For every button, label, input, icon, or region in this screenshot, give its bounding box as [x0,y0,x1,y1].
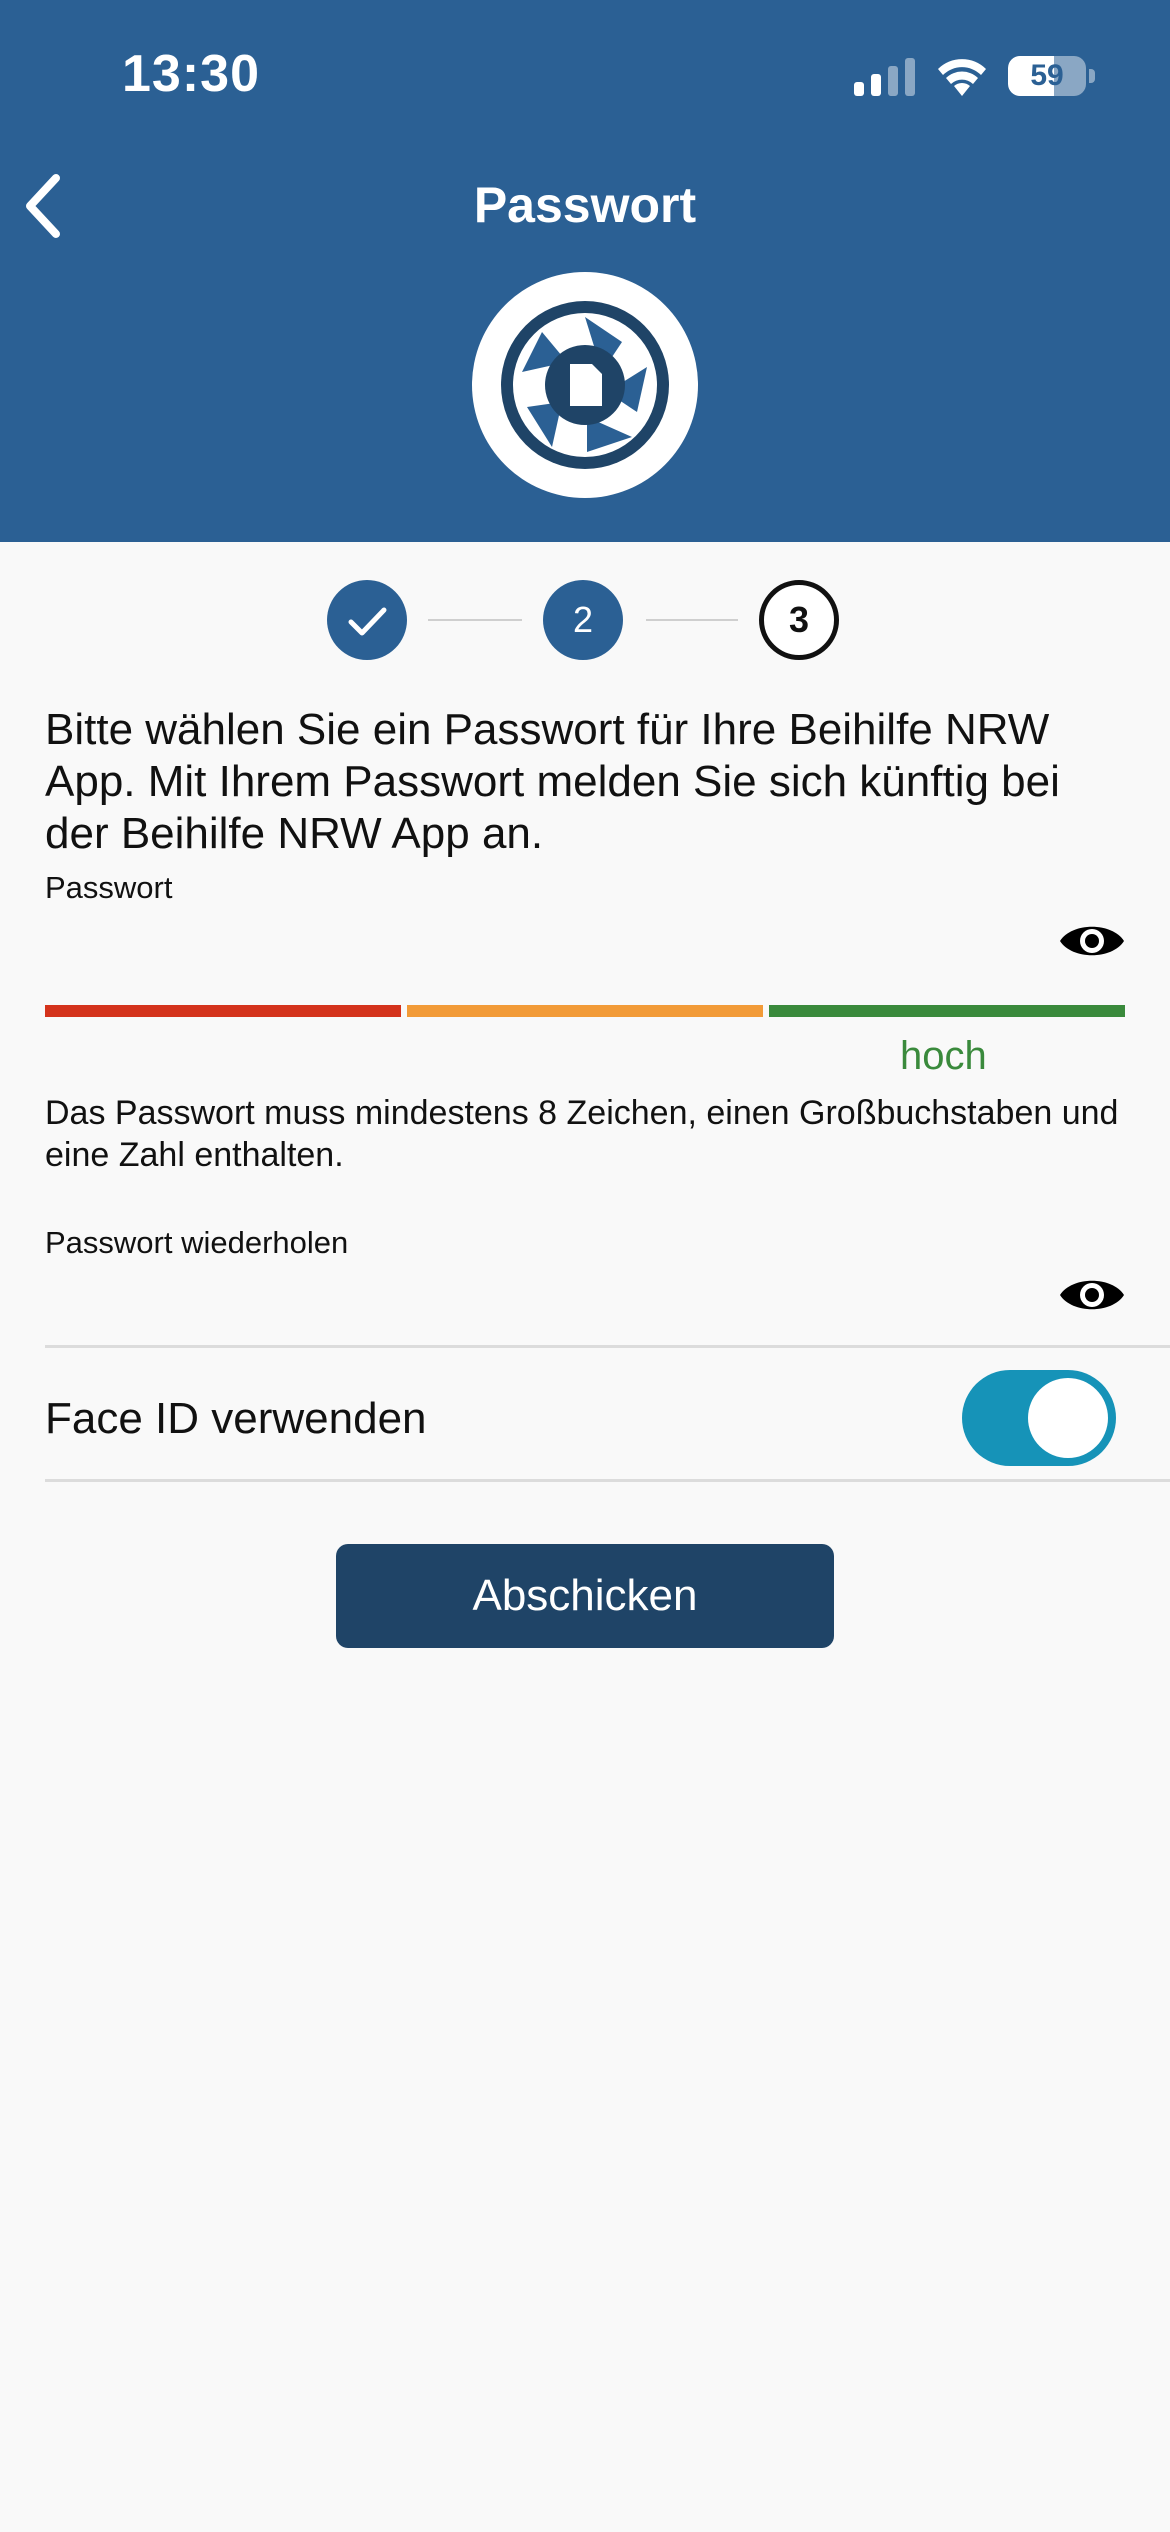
face-id-toggle[interactable] [962,1370,1116,1466]
step-3-pending: 3 [759,580,839,660]
strength-label: hoch [900,1034,987,1078]
progress-stepper: 2 3 [0,580,1170,664]
checkmark-icon [348,607,387,636]
strength-meter-low [45,1005,401,1017]
strength-meter-high [769,1005,1125,1017]
divider [45,1479,1170,1482]
eye-icon[interactable] [1058,918,1126,964]
status-time: 13:30 [122,45,260,103]
wifi-icon [938,59,986,96]
toggle-knob [1028,1378,1108,1458]
eye-icon[interactable] [1058,1272,1126,1318]
strength-meter-medium [407,1005,763,1017]
signal-icon [854,58,915,96]
password-label: Passwort [45,870,173,905]
page-title: Passwort [473,177,697,233]
repeat-password-input[interactable] [45,1262,1045,1344]
submit-button[interactable]: Abschicken [336,1544,834,1648]
step-2-active: 2 [543,580,623,660]
password-hint: Das Passwort muss mindestens 8 Zeichen, … [45,1094,1119,1174]
step-connector [428,619,522,621]
battery-icon: 59 [1008,56,1096,96]
app-logo [472,272,698,498]
step-connector [646,619,738,621]
intro-text: Bitte wählen Sie ein Passwort für Ihre B… [45,705,1060,858]
divider [45,1345,1170,1348]
face-id-label: Face ID verwenden [45,1394,427,1443]
header: 13:30 59 Passwort [0,0,1170,542]
password-input[interactable] [45,908,1045,992]
battery-percent: 59 [1030,59,1064,92]
step-1-complete [327,580,407,660]
repeat-password-label: Passwort wiederholen [45,1225,349,1260]
